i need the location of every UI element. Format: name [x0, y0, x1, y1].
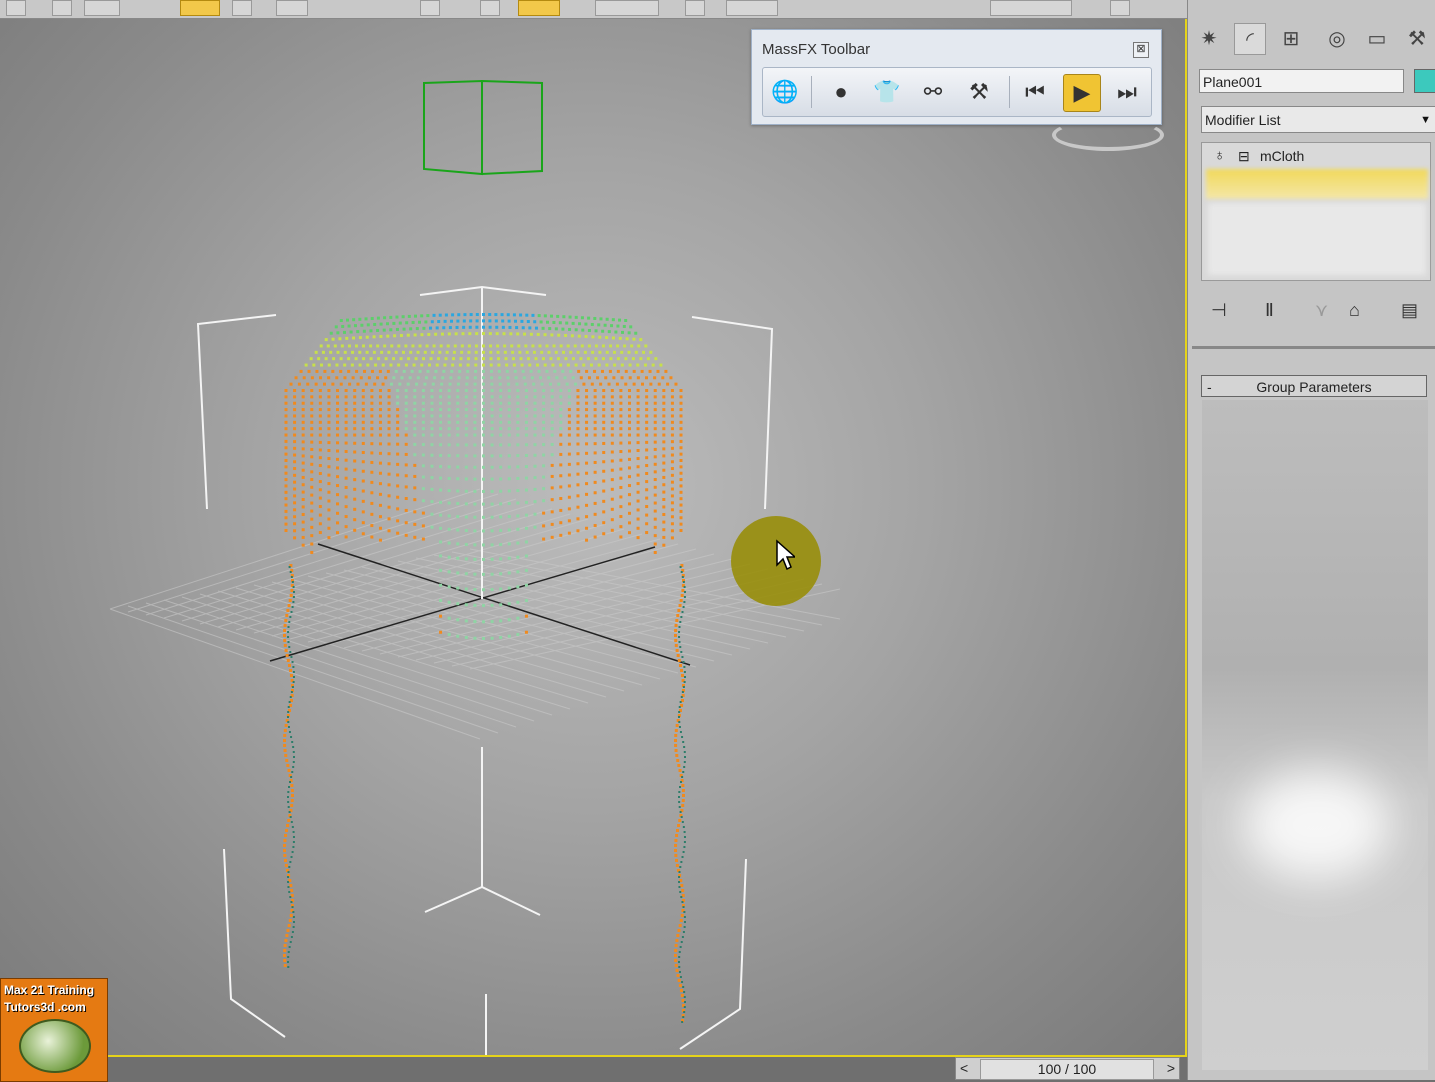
- time-slider[interactable]: < 100 / 100 >: [955, 1057, 1180, 1080]
- snap-icon[interactable]: [480, 0, 500, 16]
- group-parameters-rollout[interactable]: - Group Parameters: [1201, 375, 1427, 397]
- rollout-title: Group Parameters: [1256, 379, 1372, 395]
- display-icon[interactable]: ▭: [1362, 23, 1392, 53]
- close-icon[interactable]: ⊠: [1133, 42, 1149, 58]
- utilities-icon[interactable]: ⚒: [1402, 23, 1432, 53]
- curve-editor-icon[interactable]: [990, 0, 1072, 16]
- mcloth-icon[interactable]: 👕: [869, 74, 905, 110]
- toolbar-separator: [1009, 76, 1010, 108]
- modifier-list-dropdown[interactable]: Modifier List ▼: [1201, 106, 1435, 133]
- lightbulb-icon[interactable]: ♁: [1214, 144, 1225, 168]
- mcloth-particles: [283, 313, 686, 1023]
- scale-icon[interactable]: [276, 0, 308, 16]
- massfx-button-bar: 🌐 ● 👕 ⚯ ⚒ ⏮ ▶ ⏭: [762, 67, 1152, 117]
- step-simulation-icon[interactable]: ⏭: [1109, 74, 1145, 110]
- camera-icon: [423, 79, 543, 176]
- remove-modifier-icon[interactable]: ⌂: [1349, 300, 1360, 321]
- world-settings-icon[interactable]: 🌐: [767, 74, 803, 110]
- command-panel: ✷ ◜ ⊞ ◎ ▭ ⚒ Plane001 Modifier List ▼ ♁ ⊟…: [1187, 0, 1435, 1080]
- blurred-region: [1242, 770, 1392, 880]
- perspective-viewport[interactable]: [0, 19, 1187, 1057]
- stack-item-label: mCloth: [1260, 148, 1305, 164]
- mouse-cursor-icon: [776, 539, 795, 571]
- pin-stack-icon[interactable]: ⊣: [1211, 300, 1227, 321]
- layer-icon[interactable]: [685, 0, 705, 16]
- panel-divider: [1192, 346, 1435, 349]
- modify-icon[interactable]: ◜: [1234, 23, 1266, 55]
- stack-item-mcloth[interactable]: ♁ ⊟ mCloth: [1202, 144, 1430, 168]
- object-color-swatch[interactable]: [1414, 69, 1435, 93]
- watermark-line1: Max 21 Training: [4, 983, 95, 997]
- configure-sets-icon[interactable]: ▤: [1401, 300, 1418, 321]
- modifier-stack[interactable]: ♁ ⊟ mCloth: [1201, 142, 1431, 281]
- material-editor-icon[interactable]: [1110, 0, 1130, 16]
- rotate-icon[interactable]: [232, 0, 252, 16]
- make-unique-icon[interactable]: ⋎: [1315, 300, 1328, 321]
- home-grid: [109, 488, 841, 740]
- next-frame-button[interactable]: >: [1167, 1058, 1175, 1079]
- stack-toolbar: ⊣ Ⅱ ⋎ ⌂ ▤: [1201, 300, 1431, 330]
- pivot-icon[interactable]: [420, 0, 440, 16]
- watermark-logo: Max 21 Training Tutors3d .com: [0, 978, 108, 1082]
- show-end-result-icon[interactable]: Ⅱ: [1265, 300, 1274, 321]
- angle-snap-icon[interactable]: [518, 0, 560, 16]
- rigid-body-icon[interactable]: ●: [823, 74, 859, 110]
- command-panel-tabs: ✷ ◜ ⊞ ◎ ▭ ⚒: [1188, 19, 1435, 59]
- select-and-move-icon[interactable]: [180, 0, 220, 16]
- create-icon[interactable]: ✷: [1194, 23, 1224, 53]
- selection-region-icon[interactable]: [84, 0, 120, 16]
- teapot-icon: [19, 1019, 91, 1073]
- select-icon[interactable]: [6, 0, 26, 16]
- constraint-icon[interactable]: ⚯: [915, 74, 951, 110]
- graphite-icon[interactable]: [726, 0, 778, 16]
- rollout-content: [1202, 400, 1428, 1070]
- reset-simulation-icon[interactable]: ⏮: [1017, 74, 1053, 110]
- expand-toggle-icon[interactable]: ⊟: [1238, 144, 1250, 168]
- select-by-name-icon[interactable]: [52, 0, 72, 16]
- object-name-field[interactable]: Plane001: [1199, 69, 1404, 93]
- hierarchy-icon[interactable]: ⊞: [1276, 23, 1306, 53]
- stack-selection-highlight: [1206, 169, 1428, 199]
- motion-icon[interactable]: ◎: [1322, 23, 1352, 53]
- world-axis-lines: [269, 543, 691, 666]
- massfx-toolbar-title: MassFX Toolbar: [762, 41, 871, 58]
- stack-empty-area: [1208, 203, 1426, 275]
- ragdoll-icon[interactable]: ⚒: [961, 74, 997, 110]
- mirror-align-icon[interactable]: [595, 0, 659, 16]
- previous-frame-button[interactable]: <: [960, 1058, 968, 1079]
- chevron-down-icon: ▼: [1420, 114, 1431, 126]
- watermark-line2: Tutors3d .com: [4, 1000, 86, 1014]
- play-simulation-icon[interactable]: ▶: [1063, 74, 1101, 112]
- frame-counter[interactable]: 100 / 100: [980, 1059, 1154, 1080]
- viewport-scene: [109, 79, 841, 1055]
- toolbar-separator: [811, 76, 812, 108]
- modifier-list-label: Modifier List: [1205, 112, 1281, 128]
- massfx-toolbar[interactable]: MassFX Toolbar ⊠ 🌐 ● 👕 ⚯ ⚒ ⏮ ▶ ⏭: [751, 29, 1162, 125]
